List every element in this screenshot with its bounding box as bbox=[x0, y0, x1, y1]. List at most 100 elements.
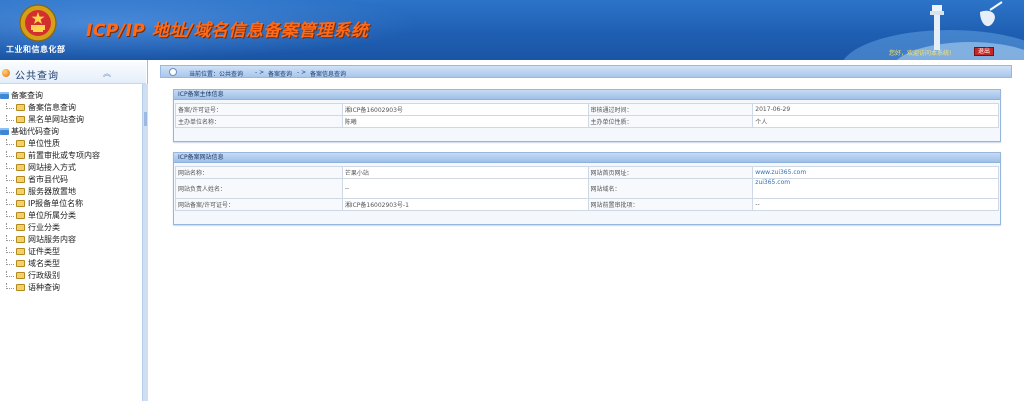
tree-item-label: 备案信息查询 bbox=[28, 103, 76, 112]
tree-item[interactable]: 域名类型 bbox=[6, 258, 60, 270]
tree-branch bbox=[6, 271, 14, 277]
tree-branch bbox=[6, 139, 14, 145]
tree-item[interactable]: 单位所属分类 bbox=[6, 210, 76, 222]
document-icon bbox=[16, 200, 25, 207]
table-row: 主办单位名称： 陈曦 主办单位性质： 个人 bbox=[175, 115, 999, 128]
folder-icon bbox=[0, 128, 9, 135]
tree-item-label: 域名类型 bbox=[28, 259, 60, 268]
tree-item-label: IP报备单位名称 bbox=[28, 199, 84, 208]
tree-item-label: 单位性质 bbox=[28, 139, 60, 148]
tree-branch bbox=[6, 163, 14, 169]
breadcrumb-level-2[interactable]: 备案查询 bbox=[268, 69, 292, 78]
app-header: 工业和信息化部 ICP/IP 地址/域名信息备案管理系统 您好，欢迎访问本系统!… bbox=[0, 0, 1024, 60]
table-row: 网站名称： 芒果小站 网站首页网址： www.zui365.com bbox=[175, 166, 999, 179]
tree-item-label: 证件类型 bbox=[28, 247, 60, 256]
tree-branch bbox=[6, 151, 14, 157]
field-value: 2017-06-29 bbox=[752, 103, 999, 116]
tree-item[interactable]: 行政级别 bbox=[6, 270, 60, 282]
tree-branch bbox=[6, 235, 14, 241]
folder-icon bbox=[0, 92, 9, 99]
tree-item-label: 单位所属分类 bbox=[28, 211, 76, 220]
document-icon bbox=[16, 140, 25, 147]
field-value: 芒果小站 bbox=[341, 166, 589, 179]
tree-item[interactable]: 省市县代码 bbox=[6, 174, 68, 186]
table-row: 网站备案/许可证号： 湘ICP备16002903号-1 网站前置审批项： -- bbox=[175, 198, 999, 211]
tree-branch bbox=[6, 187, 14, 193]
tree-group-base-codes[interactable]: 基础代码查询 bbox=[0, 126, 59, 138]
document-icon bbox=[16, 284, 25, 291]
subject-info-panel: ICP备案主体信息 备案/许可证号： 湘ICP备16002903号 审核通过时间… bbox=[173, 89, 1001, 142]
tree-item-label: 省市县代码 bbox=[28, 175, 68, 184]
website-info-panel: ICP备案网站信息 网站名称： 芒果小站 网站首页网址： www.zui365.… bbox=[173, 152, 1001, 225]
tree-branch bbox=[6, 211, 14, 217]
field-value: 湘ICP备16002903号 bbox=[341, 103, 589, 116]
tree-item-label: 语种查询 bbox=[28, 283, 60, 292]
tree-group-label: 备案查询 bbox=[11, 91, 43, 100]
homepage-link[interactable]: www.zui365.com bbox=[752, 166, 999, 179]
panel-title: ICP备案主体信息 bbox=[174, 90, 1000, 100]
tree-item-label: 行政级别 bbox=[28, 271, 60, 280]
subject-info-table: 备案/许可证号： 湘ICP备16002903号 审核通过时间： 2017-06-… bbox=[175, 103, 999, 128]
tree-item[interactable]: 证件类型 bbox=[6, 246, 60, 258]
tree-branch bbox=[6, 283, 14, 289]
sidebar-header: 公共查询 ︽ bbox=[0, 62, 146, 84]
breadcrumb-separator: - > bbox=[297, 69, 307, 76]
tree-item[interactable]: 行业分类 bbox=[6, 222, 60, 234]
sidebar-title: 公共查询 bbox=[15, 71, 59, 82]
tree-item[interactable]: 黑名单网站查询 bbox=[6, 114, 84, 126]
welcome-text: 您好，欢迎访问本系统! bbox=[889, 50, 952, 57]
field-label: 网站前置审批项： bbox=[587, 198, 754, 211]
double-chevron-up-icon[interactable]: ︽ bbox=[103, 68, 111, 79]
tree-item-label: 网站服务内容 bbox=[28, 235, 76, 244]
tree-group-label: 基础代码查询 bbox=[11, 127, 59, 136]
domain-link[interactable]: zui365.com bbox=[752, 178, 999, 199]
document-icon bbox=[16, 176, 25, 183]
field-label: 网站负责人姓名： bbox=[175, 178, 343, 199]
breadcrumb-current-label: 当前位置：公共查询 bbox=[189, 71, 244, 78]
field-label: 网站首页网址： bbox=[587, 166, 754, 179]
system-title: ICP/IP 地址/域名信息备案管理系统 bbox=[86, 21, 369, 41]
field-label: 主办单位性质： bbox=[587, 115, 754, 128]
tree-item-label: 前置审批或专项内容 bbox=[28, 151, 100, 160]
field-value: -- bbox=[341, 178, 589, 199]
tree-item[interactable]: 网站接入方式 bbox=[6, 162, 76, 174]
logout-button[interactable]: 退出 bbox=[974, 47, 994, 56]
field-label: 备案/许可证号： bbox=[175, 103, 343, 116]
tree-item[interactable]: 单位性质 bbox=[6, 138, 60, 150]
sidebar: 公共查询 ︽ 备案查询 备案信息查询 黑名单网站查询 基础代码查询 单位性质 前… bbox=[0, 60, 148, 401]
document-icon bbox=[16, 212, 25, 219]
tree-branch bbox=[6, 115, 14, 121]
tree-item[interactable]: 前置审批或专项内容 bbox=[6, 150, 100, 162]
table-row: 备案/许可证号： 湘ICP备16002903号 审核通过时间： 2017-06-… bbox=[175, 103, 999, 116]
tree-item[interactable]: 语种查询 bbox=[6, 282, 60, 294]
document-icon bbox=[16, 236, 25, 243]
tree-item-label: 服务器放置地 bbox=[28, 187, 76, 196]
tree-item[interactable]: IP报备单位名称 bbox=[6, 198, 83, 210]
sidebar-scrollbar[interactable] bbox=[142, 84, 148, 401]
field-value: 陈曦 bbox=[341, 115, 589, 128]
tree-branch bbox=[6, 247, 14, 253]
national-emblem-icon bbox=[19, 4, 57, 42]
breadcrumb-level-3[interactable]: 备案信息查询 bbox=[310, 69, 346, 78]
document-icon bbox=[16, 116, 25, 123]
panel-title: ICP备案网站信息 bbox=[174, 153, 1000, 163]
document-icon bbox=[16, 164, 25, 171]
tree-item[interactable]: 网站服务内容 bbox=[6, 234, 76, 246]
table-row: 网站负责人姓名： -- 网站域名： zui365.com bbox=[175, 178, 999, 199]
tree-item[interactable]: 备案信息查询 bbox=[6, 102, 76, 114]
field-label: 主办单位名称： bbox=[175, 115, 343, 128]
tree-item[interactable]: 服务器放置地 bbox=[6, 186, 76, 198]
document-icon bbox=[16, 272, 25, 279]
website-info-table: 网站名称： 芒果小站 网站首页网址： www.zui365.com 网站负责人姓… bbox=[175, 166, 999, 211]
breadcrumb-separator: - > bbox=[255, 69, 265, 76]
tree-branch bbox=[6, 199, 14, 205]
tree-group-filing[interactable]: 备案查询 bbox=[0, 90, 43, 102]
tree-item-label: 黑名单网站查询 bbox=[28, 115, 84, 124]
field-label: 网站名称： bbox=[175, 166, 343, 179]
document-icon bbox=[16, 260, 25, 267]
field-label: 网站域名： bbox=[587, 178, 754, 199]
location-icon bbox=[169, 68, 177, 76]
scrollbar-thumb[interactable] bbox=[144, 112, 147, 126]
tree-item-label: 网站接入方式 bbox=[28, 163, 76, 172]
field-label: 网站备案/许可证号： bbox=[175, 198, 343, 211]
